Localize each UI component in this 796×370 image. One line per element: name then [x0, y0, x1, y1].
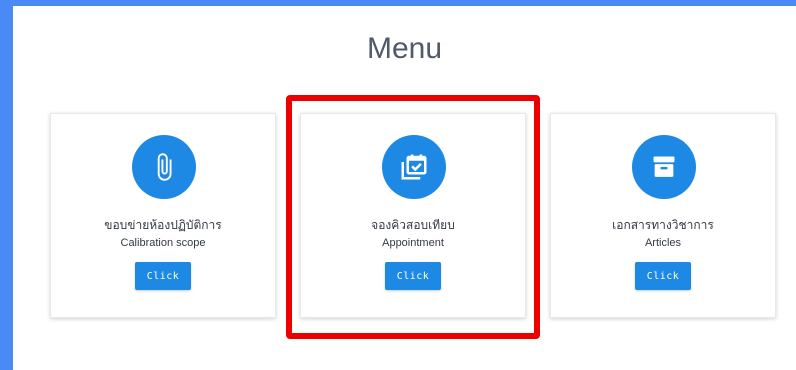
paperclip-icon — [157, 153, 172, 181]
window-frame-top — [0, 0, 796, 6]
card-calibration-scope: ขอบข่ายห้องปฏิบัติการ Calibration scope … — [50, 113, 276, 318]
calendar-check-icon — [401, 154, 427, 180]
card-title-th: ขอบข่ายห้องปฏิบัติการ — [104, 218, 222, 232]
card-icon-circle — [632, 135, 696, 199]
card-articles: เอกสารทางวิชาการ Articles Click — [550, 113, 776, 318]
window-frame-left — [0, 0, 13, 370]
click-button-calibration-scope[interactable]: Click — [135, 262, 191, 290]
card-appointment: จองคิวสอบเทียบ Appointment Click — [300, 113, 526, 318]
click-button-articles[interactable]: Click — [635, 262, 691, 290]
card-title-en: Appointment — [382, 237, 444, 249]
page-title: Menu — [366, 32, 443, 65]
card-icon-circle — [382, 135, 446, 199]
card-title-th: จองคิวสอบเทียบ — [371, 218, 455, 232]
card-title-en: Calibration scope — [120, 237, 206, 249]
archive-box-icon — [653, 156, 675, 177]
card-icon-circle — [132, 135, 196, 199]
card-title-en: Articles — [644, 237, 682, 249]
click-button-appointment[interactable]: Click — [385, 262, 441, 290]
card-title-th: เอกสารทางวิชาการ — [612, 218, 714, 232]
